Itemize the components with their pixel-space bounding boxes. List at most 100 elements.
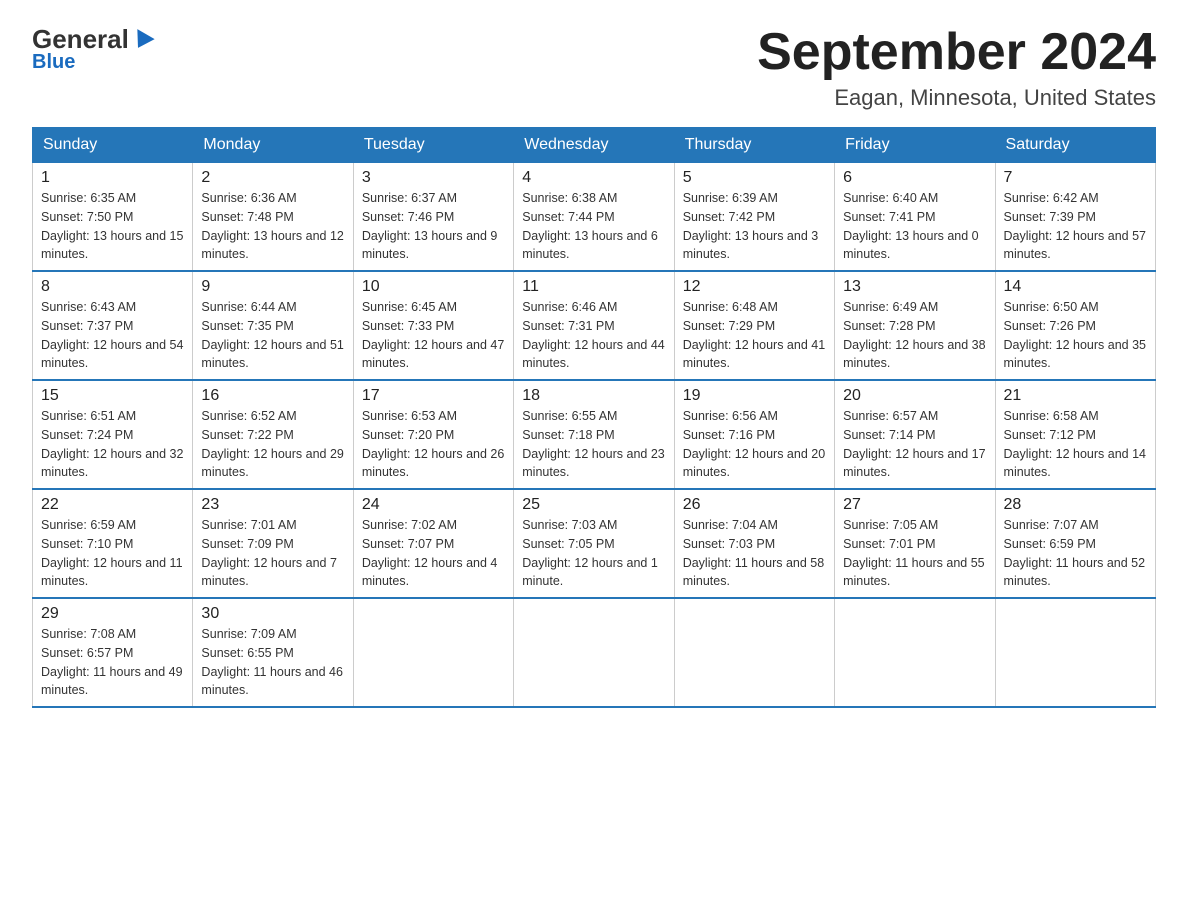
day-info: Sunrise: 6:57 AMSunset: 7:14 PMDaylight:… — [843, 407, 986, 482]
day-info: Sunrise: 6:39 AMSunset: 7:42 PMDaylight:… — [683, 189, 826, 264]
calendar-cell: 30Sunrise: 7:09 AMSunset: 6:55 PMDayligh… — [193, 598, 353, 707]
day-number: 1 — [41, 169, 184, 187]
day-number: 30 — [201, 605, 344, 623]
calendar-cell — [353, 598, 513, 707]
calendar-cell: 16 Sunrise: 6:52 AMSunset: 7:22 PMDayligh… — [193, 380, 353, 489]
day-number: 4 — [522, 169, 665, 187]
day-number: 3 — [362, 169, 505, 187]
day-info: Sunrise: 6:42 AMSunset: 7:39 PMDaylight:… — [1004, 189, 1147, 264]
week-row-2: 8 Sunrise: 6:43 AMSunset: 7:37 PMDaylight… — [33, 271, 1156, 380]
day-info: Sunrise: 6:46 AMSunset: 7:31 PMDaylight:… — [522, 298, 665, 373]
day-info: Sunrise: 6:35 AMSunset: 7:50 PMDaylight:… — [41, 189, 184, 264]
day-info: Sunrise: 6:59 AMSunset: 7:10 PMDaylight:… — [41, 516, 184, 591]
calendar-cell: 8 Sunrise: 6:43 AMSunset: 7:37 PMDaylight… — [33, 271, 193, 380]
day-number: 7 — [1004, 169, 1147, 187]
day-number: 5 — [683, 169, 826, 187]
calendar-cell: 18 Sunrise: 6:55 AMSunset: 7:18 PMDayligh… — [514, 380, 674, 489]
calendar-cell — [995, 598, 1155, 707]
day-number: 24 — [362, 496, 505, 514]
day-info: Sunrise: 6:55 AMSunset: 7:18 PMDaylight:… — [522, 407, 665, 482]
calendar-cell: 11Sunrise: 6:46 AMSunset: 7:31 PMDayligh… — [514, 271, 674, 380]
day-info: Sunrise: 6:58 AMSunset: 7:12 PMDaylight:… — [1004, 407, 1147, 482]
calendar-cell — [674, 598, 834, 707]
day-info: Sunrise: 6:45 AMSunset: 7:33 PMDaylight:… — [362, 298, 505, 373]
day-info: Sunrise: 7:03 AMSunset: 7:05 PMDaylight:… — [522, 516, 665, 591]
day-info: Sunrise: 6:44 AMSunset: 7:35 PMDaylight:… — [201, 298, 344, 373]
calendar-cell: 15Sunrise: 6:51 AMSunset: 7:24 PMDayligh… — [33, 380, 193, 489]
calendar-cell: 21 Sunrise: 6:58 AMSunset: 7:12 PMDayligh… — [995, 380, 1155, 489]
calendar-cell: 3 Sunrise: 6:37 AMSunset: 7:46 PMDaylight… — [353, 163, 513, 272]
day-number: 18 — [522, 387, 665, 405]
title-section: September 2024 Eagan, Minnesota, United … — [757, 24, 1156, 111]
day-info: Sunrise: 6:37 AMSunset: 7:46 PMDaylight:… — [362, 189, 505, 264]
weekday-header-sunday: Sunday — [33, 128, 193, 163]
day-info: Sunrise: 7:02 AMSunset: 7:07 PMDaylight:… — [362, 516, 505, 591]
day-info: Sunrise: 6:48 AMSunset: 7:29 PMDaylight:… — [683, 298, 826, 373]
calendar-cell: 2Sunrise: 6:36 AMSunset: 7:48 PMDaylight… — [193, 163, 353, 272]
day-number: 20 — [843, 387, 986, 405]
weekday-header-thursday: Thursday — [674, 128, 834, 163]
logo: General Blue — [32, 24, 152, 74]
calendar-cell — [835, 598, 995, 707]
location-title: Eagan, Minnesota, United States — [757, 85, 1156, 111]
calendar-cell: 6 Sunrise: 6:40 AMSunset: 7:41 PMDaylight… — [835, 163, 995, 272]
week-row-3: 15Sunrise: 6:51 AMSunset: 7:24 PMDayligh… — [33, 380, 1156, 489]
calendar-table: SundayMondayTuesdayWednesdayThursdayFrid… — [32, 127, 1156, 708]
calendar-cell: 27 Sunrise: 7:05 AMSunset: 7:01 PMDayligh… — [835, 489, 995, 598]
calendar-cell — [514, 598, 674, 707]
calendar-cell: 28 Sunrise: 7:07 AMSunset: 6:59 PMDayligh… — [995, 489, 1155, 598]
calendar-cell: 23 Sunrise: 7:01 AMSunset: 7:09 PMDayligh… — [193, 489, 353, 598]
month-title: September 2024 — [757, 24, 1156, 81]
weekday-header-row: SundayMondayTuesdayWednesdayThursdayFrid… — [33, 128, 1156, 163]
calendar-cell: 14 Sunrise: 6:50 AMSunset: 7:26 PMDayligh… — [995, 271, 1155, 380]
calendar-cell: 20 Sunrise: 6:57 AMSunset: 7:14 PMDayligh… — [835, 380, 995, 489]
day-number: 25 — [522, 496, 665, 514]
day-number: 10 — [362, 278, 505, 296]
calendar-cell: 7 Sunrise: 6:42 AMSunset: 7:39 PMDaylight… — [995, 163, 1155, 272]
calendar-cell: 1 Sunrise: 6:35 AMSunset: 7:50 PMDaylight… — [33, 163, 193, 272]
day-info: Sunrise: 7:01 AMSunset: 7:09 PMDaylight:… — [201, 516, 344, 591]
day-number: 6 — [843, 169, 986, 187]
day-info: Sunrise: 6:36 AMSunset: 7:48 PMDaylight:… — [201, 189, 344, 264]
day-number: 14 — [1004, 278, 1147, 296]
calendar-cell: 12 Sunrise: 6:48 AMSunset: 7:29 PMDayligh… — [674, 271, 834, 380]
day-info: Sunrise: 7:08 AMSunset: 6:57 PMDaylight:… — [41, 625, 184, 700]
day-info: Sunrise: 7:07 AMSunset: 6:59 PMDaylight:… — [1004, 516, 1147, 591]
day-info: Sunrise: 6:51 AMSunset: 7:24 PMDaylight:… — [41, 407, 184, 482]
day-number: 12 — [683, 278, 826, 296]
weekday-header-saturday: Saturday — [995, 128, 1155, 163]
week-row-4: 22Sunrise: 6:59 AMSunset: 7:10 PMDayligh… — [33, 489, 1156, 598]
day-number: 8 — [41, 278, 184, 296]
day-info: Sunrise: 7:04 AMSunset: 7:03 PMDaylight:… — [683, 516, 826, 591]
day-number: 13 — [843, 278, 986, 296]
weekday-header-friday: Friday — [835, 128, 995, 163]
week-row-5: 29 Sunrise: 7:08 AMSunset: 6:57 PMDayligh… — [33, 598, 1156, 707]
day-info: Sunrise: 6:53 AMSunset: 7:20 PMDaylight:… — [362, 407, 505, 482]
day-info: Sunrise: 6:40 AMSunset: 7:41 PMDaylight:… — [843, 189, 986, 264]
week-row-1: 1 Sunrise: 6:35 AMSunset: 7:50 PMDaylight… — [33, 163, 1156, 272]
day-number: 27 — [843, 496, 986, 514]
day-number: 23 — [201, 496, 344, 514]
day-number: 17 — [362, 387, 505, 405]
day-info: Sunrise: 6:56 AMSunset: 7:16 PMDaylight:… — [683, 407, 826, 482]
calendar-cell: 13Sunrise: 6:49 AMSunset: 7:28 PMDayligh… — [835, 271, 995, 380]
calendar-cell: 5 Sunrise: 6:39 AMSunset: 7:42 PMDaylight… — [674, 163, 834, 272]
weekday-header-monday: Monday — [193, 128, 353, 163]
day-info: Sunrise: 6:50 AMSunset: 7:26 PMDaylight:… — [1004, 298, 1147, 373]
day-number: 28 — [1004, 496, 1147, 514]
day-info: Sunrise: 6:43 AMSunset: 7:37 PMDaylight:… — [41, 298, 184, 373]
calendar-cell: 4Sunrise: 6:38 AMSunset: 7:44 PMDaylight… — [514, 163, 674, 272]
logo-blue-text: Blue — [32, 51, 75, 74]
weekday-header-tuesday: Tuesday — [353, 128, 513, 163]
day-number: 21 — [1004, 387, 1147, 405]
day-number: 26 — [683, 496, 826, 514]
page-header: General Blue September 2024 Eagan, Minne… — [32, 24, 1156, 111]
day-number: 29 — [41, 605, 184, 623]
day-number: 19 — [683, 387, 826, 405]
calendar-cell: 19 Sunrise: 6:56 AMSunset: 7:16 PMDayligh… — [674, 380, 834, 489]
day-info: Sunrise: 6:52 AMSunset: 7:22 PMDaylight:… — [201, 407, 344, 482]
calendar-cell: 22Sunrise: 6:59 AMSunset: 7:10 PMDayligh… — [33, 489, 193, 598]
calendar-cell: 9Sunrise: 6:44 AMSunset: 7:35 PMDaylight… — [193, 271, 353, 380]
day-number: 16 — [201, 387, 344, 405]
day-info: Sunrise: 7:05 AMSunset: 7:01 PMDaylight:… — [843, 516, 986, 591]
